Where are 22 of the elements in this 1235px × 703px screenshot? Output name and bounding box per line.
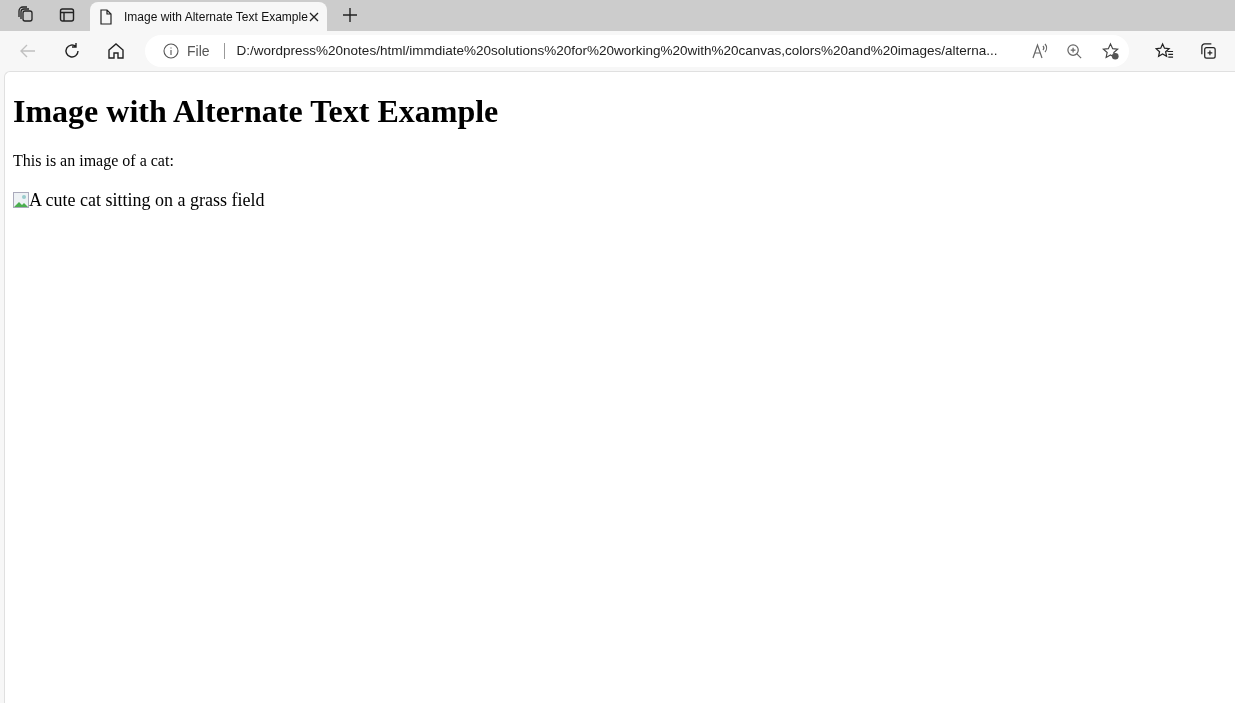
favorites-icon[interactable] (1155, 41, 1174, 61)
tab-title: Image with Alternate Text Example (124, 8, 309, 26)
url-text: D:/wordpress%20notes/html/immdiate%20solutions%20for%20working%20with%20canvas,colors%20and%20images/alterna... (236, 41, 999, 60)
home-icon[interactable] (107, 42, 125, 60)
add-favorite-icon[interactable] (1100, 41, 1120, 61)
collections-icon[interactable] (1199, 41, 1218, 61)
paragraph: This is an image of a cat: (13, 151, 174, 170)
image-alt-text: A cute cat sitting on a grass field (29, 190, 265, 210)
read-aloud-icon[interactable] (1030, 42, 1049, 60)
new-tab-icon[interactable] (342, 7, 358, 23)
workspaces-icon[interactable] (17, 6, 35, 24)
close-icon[interactable] (309, 11, 319, 22)
page-icon (99, 8, 113, 25)
address-bar[interactable]: File D:/wordpress%20notes/html/immdiate%20solutions%20for%20working%20with%20canvas,colors%20and%20images/alterna... (145, 35, 1129, 67)
broken-image-icon (13, 192, 29, 208)
browser-tab[interactable]: Image with Alternate Text Example (90, 2, 327, 31)
tab-actions-icon[interactable] (59, 7, 75, 23)
refresh-icon[interactable] (63, 42, 81, 60)
info-icon (163, 43, 179, 59)
zoom-icon[interactable] (1065, 42, 1083, 60)
page-heading: Image with Alternate Text Example (13, 92, 499, 130)
scheme-label: File (187, 41, 210, 61)
